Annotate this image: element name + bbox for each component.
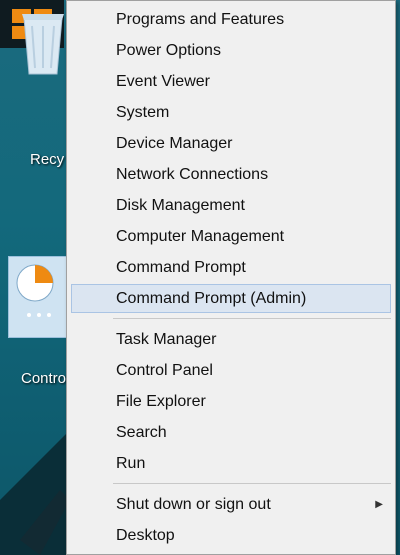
menu-item-file-explorer[interactable]: File Explorer xyxy=(71,387,391,416)
menu-item-desktop[interactable]: Desktop xyxy=(71,521,391,550)
menu-item-command-prompt-admin[interactable]: Command Prompt (Admin) xyxy=(71,284,391,313)
menu-item-computer-management[interactable]: Computer Management xyxy=(71,222,391,251)
menu-item-shut-down-or-sign-out[interactable]: Shut down or sign out ▶ xyxy=(71,490,391,519)
desktop: Recy Contro Programs and Features Power … xyxy=(0,0,400,555)
control-panel-label: Contro xyxy=(21,370,67,387)
recycle-bin-label: Recy xyxy=(30,151,65,168)
menu-item-search[interactable]: Search xyxy=(71,418,391,447)
menu-separator xyxy=(113,318,391,319)
menu-item-run[interactable]: Run xyxy=(71,449,391,478)
menu-item-network-connections[interactable]: Network Connections xyxy=(71,160,391,189)
menu-item-command-prompt[interactable]: Command Prompt xyxy=(71,253,391,282)
menu-item-programs-and-features[interactable]: Programs and Features xyxy=(71,5,391,34)
menu-item-control-panel[interactable]: Control Panel xyxy=(71,356,391,385)
menu-item-system[interactable]: System xyxy=(71,98,391,127)
menu-item-event-viewer[interactable]: Event Viewer xyxy=(71,67,391,96)
desktop-wallpaper-shape xyxy=(0,430,70,555)
menu-separator xyxy=(113,483,391,484)
menu-item-task-manager[interactable]: Task Manager xyxy=(71,325,391,354)
menu-item-power-options[interactable]: Power Options xyxy=(71,36,391,65)
menu-item-device-manager[interactable]: Device Manager xyxy=(71,129,391,158)
menu-item-disk-management[interactable]: Disk Management xyxy=(71,191,391,220)
recycle-bin-icon xyxy=(22,14,64,75)
chevron-right-icon: ▶ xyxy=(375,499,383,510)
control-panel-icon xyxy=(8,256,70,338)
quick-link-menu: Programs and Features Power Options Even… xyxy=(66,0,396,555)
